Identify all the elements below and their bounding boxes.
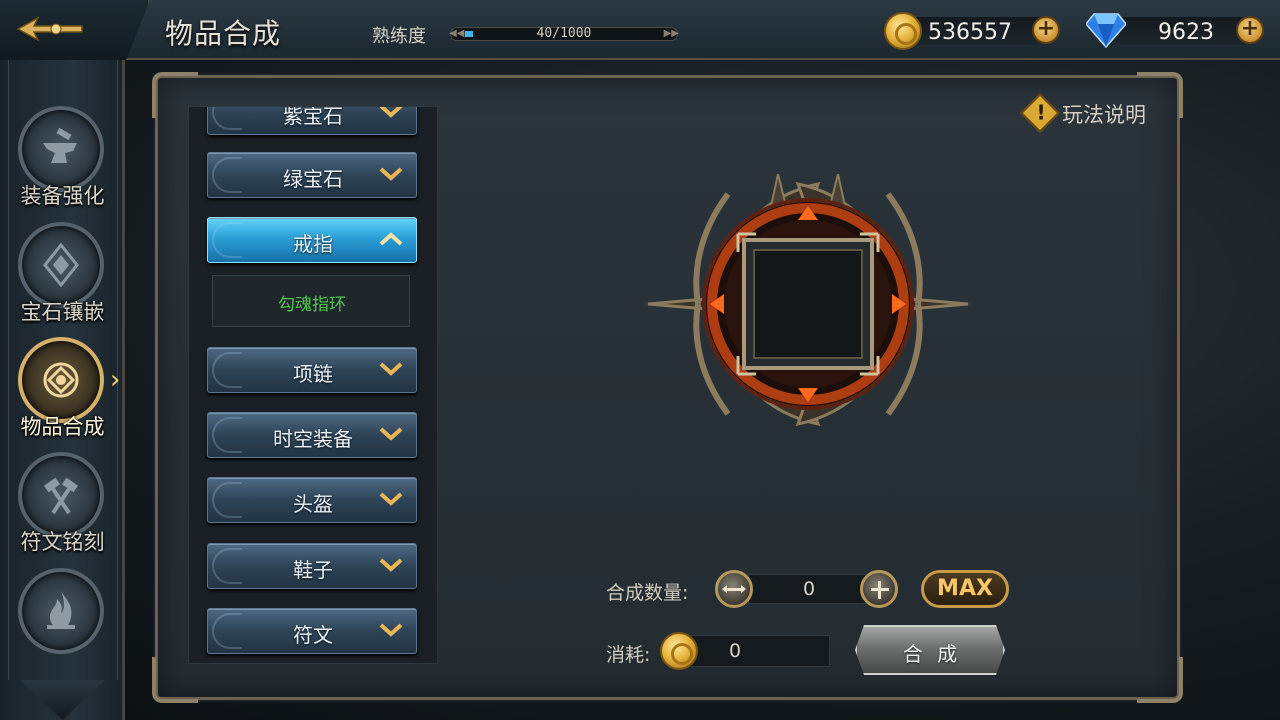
anvil-icon [43,127,77,163]
chevron-down-icon [379,558,403,572]
bar-cap-right-icon: ▶▶ [663,28,679,39]
category-item-ring[interactable]: 戒指 [207,217,417,263]
back-button[interactable] [0,0,150,60]
side-nav: 装备强化 宝石镶嵌 物品合成 › 符文铭刻 [0,60,125,720]
proficiency-label: 熟练度 [372,26,426,47]
quantity-field[interactable]: 0 [748,574,868,604]
nav-label: 宝石镶嵌 [20,300,105,324]
quantity-value: 0 [802,578,816,600]
synthesis-panel: 紫宝石 绿宝石 戒指 勾魂指环 项链 时空装备 头盔 鞋子 符文 ! 玩法说明 … [152,72,1183,703]
decrease-quantity-button[interactable] [715,570,753,608]
nav-icon-frame [18,568,104,654]
nav-gem-inlay[interactable]: 宝石镶嵌 [0,222,125,337]
quantity-label: 合成数量: [606,582,689,604]
top-bar: 物品合成 熟练度 ◀◀ 40/1000 ▶▶ 536557 + 9623 + [0,0,1280,60]
diamond-currency: 9623 + [1086,12,1268,48]
sub-item-label: 勾魂指环 [278,295,346,315]
nav-fire[interactable] [0,568,125,683]
chevron-down-icon [379,167,403,181]
diamond-value: 9623 [1158,20,1214,45]
plus-vbar [878,581,881,599]
minus-tip [741,585,746,593]
category-item-green-gem[interactable]: 绿宝石 [207,152,417,198]
nav-rune-engrave[interactable]: 符文铭刻 [0,452,125,567]
diamond-icon [1086,13,1126,48]
back-arrow-icon [16,16,83,42]
chevron-down-icon [379,427,403,441]
cost-field: 0 [688,635,830,667]
nav-label: 物品合成 [20,415,105,439]
help-label: 玩法说明 [1062,103,1146,127]
synthesis-emblem [647,174,969,426]
gem-socket-icon [43,242,79,288]
rune-hammers-icon [43,477,79,515]
nav-item-synthesis[interactable]: 物品合成 › [0,337,125,452]
gold-coin-icon [884,12,922,50]
cost-value: 0 [729,640,742,662]
chevron-down-icon [379,623,403,637]
proficiency-text: 40/1000 [536,26,592,41]
diamond-field: 9623 [1106,17,1246,45]
cost-label: 消耗: [606,644,651,666]
exclamation-icon: ! [1020,93,1060,133]
gold-currency: 536557 + [884,12,1066,50]
chevron-down-icon [379,107,403,118]
chevron-up-icon [379,232,403,246]
category-item-purple-gem[interactable]: 紫宝石 [207,107,417,135]
nav-equipment-enhance[interactable]: 装备强化 [0,106,125,221]
category-item-necklace[interactable]: 项链 [207,347,417,393]
category-item-helmet[interactable]: 头盔 [207,477,417,523]
proficiency-bar: ◀◀ 40/1000 ▶▶ [449,26,679,41]
page-title: 物品合成 [165,17,282,50]
gold-coin-icon [660,632,698,670]
category-item-spacetime-gear[interactable]: 时空装备 [207,412,417,458]
category-item-shoes[interactable]: 鞋子 [207,543,417,589]
sub-item-soul-ring[interactable]: 勾魂指环 [212,275,410,327]
increase-quantity-button[interactable] [860,570,898,608]
category-list[interactable]: 紫宝石 绿宝石 戒指 勾魂指环 项链 时空装备 头盔 鞋子 符文 [188,106,438,664]
max-quantity-button[interactable]: MAX [921,570,1009,608]
active-indicator-icon: › [110,365,121,395]
gold-field: 536557 [904,17,1044,45]
synthesis-icon [43,362,79,398]
add-gold-button[interactable]: + [1032,16,1060,44]
synthesize-label: 合 成 [902,642,962,666]
category-item-rune[interactable]: 符文 [207,608,417,654]
chevron-down-icon [379,492,403,506]
synthesize-button[interactable]: 合 成 [855,625,1005,675]
nav-label: 装备强化 [20,184,105,208]
chevron-down-icon [379,362,403,376]
flame-icon [47,591,75,629]
gold-value: 536557 [928,20,1012,45]
panel-corner-ornament [1137,657,1183,703]
add-diamond-button[interactable]: + [1236,16,1264,44]
nav-label: 符文铭刻 [20,530,105,554]
rail-ornament [20,680,105,720]
